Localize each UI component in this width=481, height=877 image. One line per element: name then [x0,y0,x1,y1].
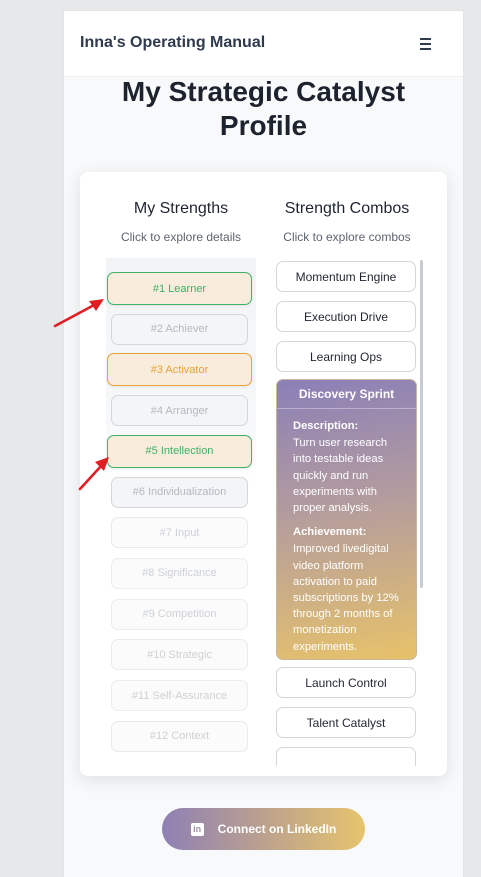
strengths-list: #1 Learner #2 Achiever #3 Activator #4 Arra… [106,258,256,752]
profile-card: My Strengths Click to explore details St… [80,172,447,776]
combo-item-momentum-engine[interactable]: Momentum Engine [276,261,416,292]
top-bar: Inna's Operating Manual [64,11,463,77]
strength-item[interactable]: #7 Input [111,517,248,549]
strength-item[interactable]: #12 Context [111,720,248,752]
strengths-title: My Strengths [133,200,229,217]
page-title: My Strategic Catalyst Profile [121,76,406,141]
strength-item[interactable]: #4 Arranger [111,395,248,427]
strength-item[interactable]: #9 Competition [111,598,248,630]
strength-item[interactable]: #6 Individualization [111,476,248,508]
strengths-subtitle: Click to explore details [120,230,242,244]
linkedin-icon: in [190,822,204,836]
description-text: Turn user research into testable ideas q… [293,437,388,515]
combos-list: Momentum Engine Execution Drive Learning… [274,258,424,766]
combo-expanded-body: Description: Turn user research into tes… [277,409,416,655]
combos-title: Strength Combos [284,200,410,217]
combo-item-discovery-sprint-expanded[interactable]: Discovery Sprint Description: Turn user … [276,379,417,660]
annotation-arrow-icon [78,457,109,491]
hamburger-icon [420,38,431,40]
menu-button[interactable] [416,33,438,55]
brand-title[interactable]: Inna's Operating Manual [80,34,265,52]
connect-linkedin-button[interactable]: in Connect on LinkedIn [162,808,365,850]
hamburger-icon-line [420,43,431,45]
strength-item[interactable]: #1 Learner [107,272,252,305]
combos-subtitle: Click to explore combos [283,230,411,244]
combo-item-talent-catalyst[interactable]: Talent Catalyst [276,707,416,738]
combos-scrollbar[interactable] [420,260,423,588]
annotation-arrow-icon [53,299,104,328]
hamburger-icon-line [420,48,431,50]
strength-item[interactable]: #10 Strategic [111,639,248,671]
page: Inna's Operating Manual My Strategic Cat… [64,11,463,877]
strength-item[interactable]: #5 Intellection [107,434,252,468]
strength-item[interactable]: #11 Self-Assurance [111,680,248,711]
combo-item-learning-ops[interactable]: Learning Ops [276,341,416,372]
combo-item-partial[interactable] [276,747,416,766]
combo-item-launch-control[interactable]: Launch Control [276,667,416,698]
strength-item[interactable]: #3 Activator [107,353,252,387]
linkedin-label: Connect on LinkedIn [217,822,337,836]
description-label: Description: [293,420,359,432]
combo-expanded-title[interactable]: Discovery Sprint [277,380,416,409]
strength-item[interactable]: #8 Significance [111,557,248,589]
strength-item[interactable]: #2 Achiever [111,313,248,345]
achievement-text: Improved livedigital video platform acti… [293,543,399,653]
combo-item-execution-drive[interactable]: Execution Drive [276,301,416,332]
achievement-label: Achievement: [293,526,367,539]
